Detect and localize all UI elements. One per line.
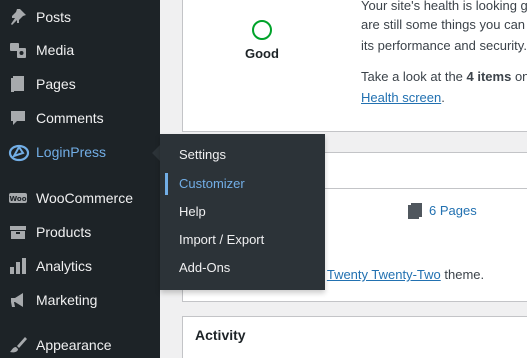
sidebar-item-analytics[interactable]: Analytics	[0, 249, 160, 283]
health-description-line: Your site's health is looking g	[361, 0, 527, 13]
admin-sidebar: Posts Media Pages Comments LoginPress Wo…	[0, 0, 160, 358]
submenu-item-customizer[interactable]: Customizer	[160, 170, 325, 198]
activity-title: Activity	[195, 327, 246, 343]
submenu-item-import-export[interactable]: Import / Export	[160, 226, 325, 254]
health-link-suffix: .	[441, 90, 445, 105]
theme-suffix: theme.	[440, 267, 485, 282]
loginpress-submenu: Settings Customizer Help Import / Export…	[160, 134, 325, 290]
products-icon	[8, 222, 28, 242]
sidebar-item-comments[interactable]: Comments	[0, 101, 160, 135]
site-health-panel: Good Your site's health is looking g are…	[182, 0, 527, 132]
sidebar-item-marketing[interactable]: Marketing	[0, 283, 160, 317]
flyout-arrow	[152, 145, 160, 161]
submenu-item-settings[interactable]: Settings	[160, 141, 325, 169]
sidebar-item-label: Appearance	[36, 337, 112, 353]
submenu-item-help[interactable]: Help	[160, 198, 325, 226]
media-icon	[8, 40, 28, 60]
analytics-icon	[8, 256, 28, 276]
pages-count-link[interactable]: 6 Pages	[429, 203, 477, 218]
health-status-ring	[252, 20, 272, 40]
comments-icon	[8, 108, 28, 128]
sidebar-item-label: Analytics	[36, 258, 93, 274]
activity-panel: Activity	[182, 316, 527, 358]
health-status-label: Good	[245, 46, 279, 61]
health-screen-link[interactable]: Health screen	[361, 90, 441, 105]
sidebar-item-woocommerce[interactable]: Woo WooCommerce	[0, 181, 160, 215]
health-link-line: Health screen.	[361, 90, 445, 105]
health-description-line: its performance and security.	[361, 38, 527, 53]
health-description-line: are still some things you can	[361, 17, 526, 32]
health-items-count: 4 items	[466, 69, 512, 84]
sidebar-item-label: WooCommerce	[36, 190, 133, 206]
health-items-line: Take a look at the 4 items on	[361, 69, 527, 84]
pin-icon	[8, 7, 28, 27]
woocommerce-icon: Woo	[8, 188, 28, 208]
sidebar-item-label: LoginPress	[36, 144, 107, 160]
sidebar-item-label: Posts	[36, 9, 72, 25]
health-items-suffix: on	[514, 69, 527, 84]
health-items-prefix: Take a look at the	[361, 69, 467, 84]
pages-icon	[8, 74, 28, 94]
megaphone-icon	[8, 290, 28, 310]
theme-info-line: ng Twenty Twenty-Two theme.	[309, 267, 484, 282]
sidebar-item-appearance[interactable]: Appearance	[0, 328, 160, 358]
sidebar-item-media[interactable]: Media	[0, 33, 160, 67]
svg-text:Woo: Woo	[9, 195, 26, 203]
sidebar-item-label: Marketing	[36, 292, 98, 308]
pages-icon	[407, 202, 423, 220]
sidebar-item-label: Pages	[36, 76, 76, 92]
sidebar-item-products[interactable]: Products	[0, 215, 160, 249]
loginpress-icon	[8, 142, 30, 162]
sidebar-item-label: Products	[36, 224, 92, 240]
sidebar-item-label: Media	[36, 42, 75, 58]
sidebar-item-posts[interactable]: Posts	[0, 0, 160, 34]
sidebar-item-pages[interactable]: Pages	[0, 67, 160, 101]
submenu-item-add-ons[interactable]: Add-Ons	[160, 254, 325, 282]
theme-link[interactable]: Twenty Twenty-Two	[327, 267, 441, 282]
brush-icon	[8, 335, 28, 355]
sidebar-item-loginpress[interactable]: LoginPress	[0, 135, 160, 169]
sidebar-item-label: Comments	[36, 110, 104, 126]
